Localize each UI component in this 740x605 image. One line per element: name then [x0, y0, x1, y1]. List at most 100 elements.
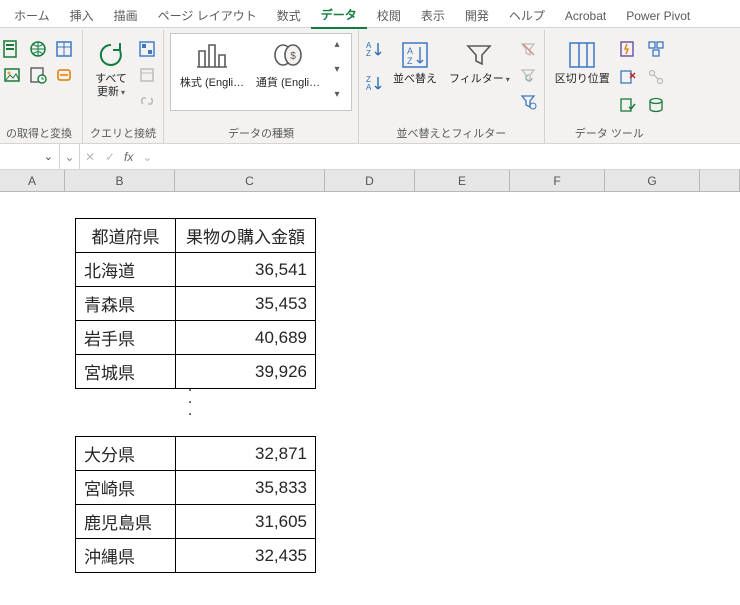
cell-amount[interactable]: 39,926 [176, 355, 316, 389]
col-header-g[interactable]: G [605, 170, 700, 191]
from-table-range-icon[interactable] [54, 39, 74, 59]
group-label-queries: クエリと接続 [89, 123, 157, 141]
formula-bar-dropdown[interactable]: ⌄ [137, 144, 157, 169]
stocks-label: 株式 (Engli… [180, 74, 244, 90]
table-header-row: 都道府県 果物の購入金額 [76, 219, 316, 253]
tab-help[interactable]: ヘルプ [499, 3, 555, 28]
col-header-e[interactable]: E [415, 170, 510, 191]
existing-connections-icon[interactable] [54, 65, 74, 85]
formula-bar-input[interactable] [157, 144, 740, 169]
gallery-more[interactable]: ▾ [334, 90, 339, 100]
data-table-bottom: 大分県32,871 宮崎県35,833 鹿児島県31,605 沖縄県32,435 [75, 436, 316, 573]
enter-formula-button[interactable]: ✓ [100, 144, 120, 169]
header-amount[interactable]: 果物の購入金額 [176, 219, 316, 253]
currencies-data-type[interactable]: $ 通貨 (Engli… [253, 40, 323, 90]
tab-power-pivot[interactable]: Power Pivot [616, 5, 700, 27]
queries-connections-icon[interactable] [137, 39, 157, 59]
properties-icon[interactable] [137, 65, 157, 85]
cell-amount[interactable]: 32,435 [176, 539, 316, 573]
cell-amount[interactable]: 40,689 [176, 321, 316, 355]
table-row: 岩手県40,689 [76, 321, 316, 355]
text-to-columns-icon [566, 39, 598, 71]
worksheet-area[interactable]: 都道府県 果物の購入金額 北海道36,541 青森県35,453 岩手県40,6… [0, 192, 740, 597]
from-web-icon[interactable] [28, 39, 48, 59]
col-header-b[interactable]: B [65, 170, 175, 191]
edit-links-icon[interactable] [137, 91, 157, 111]
refresh-all-label: すべて 更新▾ [95, 73, 127, 99]
header-prefecture[interactable]: 都道府県 [76, 219, 176, 253]
col-header-h[interactable] [700, 170, 740, 191]
tab-developer[interactable]: 開発 [455, 3, 499, 28]
tab-formulas[interactable]: 数式 [267, 3, 311, 28]
col-header-d[interactable]: D [325, 170, 415, 191]
cell-pref[interactable]: 鹿児島県 [76, 505, 176, 539]
tab-view[interactable]: 表示 [411, 3, 455, 28]
col-header-f[interactable]: F [510, 170, 605, 191]
svg-text:Z: Z [366, 49, 371, 58]
from-text-csv-icon[interactable] [2, 39, 22, 59]
tab-draw[interactable]: 描画 [104, 3, 148, 28]
tab-acrobat[interactable]: Acrobat [555, 5, 616, 27]
cell-pref[interactable]: 大分県 [76, 437, 176, 471]
recent-sources-icon[interactable] [28, 65, 48, 85]
tab-insert[interactable]: 挿入 [60, 3, 104, 28]
tab-data[interactable]: データ [311, 2, 367, 29]
cell-amount[interactable]: 35,453 [176, 287, 316, 321]
tab-review[interactable]: 校閲 [367, 3, 411, 28]
group-queries-connections: すべて 更新▾ クエリと接続 [83, 30, 164, 143]
sort-dialog-icon: AZ [399, 39, 431, 71]
consolidate-icon[interactable] [646, 39, 666, 59]
filter-label: フィルター▾ [449, 73, 510, 86]
formula-bar-row: ⌄ ⌄ ✕ ✓ fx ⌄ [0, 144, 740, 170]
col-header-c[interactable]: C [175, 170, 325, 191]
cancel-formula-button[interactable]: ✕ [80, 144, 100, 169]
cell-pref[interactable]: 宮城県 [76, 355, 176, 389]
tab-home[interactable]: ホーム [4, 3, 60, 28]
data-validation-icon[interactable] [618, 95, 638, 115]
cell-pref[interactable]: 北海道 [76, 253, 176, 287]
relationships-icon[interactable] [646, 67, 666, 87]
cell-amount[interactable]: 35,833 [176, 471, 316, 505]
cell-amount[interactable]: 31,605 [176, 505, 316, 539]
tab-page-layout[interactable]: ページ レイアウト [148, 3, 267, 28]
name-box[interactable]: ⌄ [0, 144, 60, 169]
gallery-scroll-down[interactable]: ▾ [334, 65, 339, 75]
cell-pref[interactable]: 岩手県 [76, 321, 176, 355]
svg-text:Z: Z [407, 56, 413, 66]
sort-desc-icon[interactable]: ZA [365, 73, 385, 93]
clear-filter-icon[interactable] [518, 39, 538, 59]
text-to-columns-label: 区切り位置 [555, 73, 610, 86]
from-picture-icon[interactable] [2, 65, 22, 85]
manage-data-model-icon[interactable] [646, 95, 666, 115]
table-row: 北海道36,541 [76, 253, 316, 287]
currency-icon: $ [271, 40, 305, 70]
svg-text:A: A [407, 46, 413, 56]
flash-fill-icon[interactable] [618, 39, 638, 59]
sort-label: 並べ替え [393, 73, 437, 86]
cell-amount[interactable]: 32,871 [176, 437, 316, 471]
text-to-columns-button[interactable]: 区切り位置 [551, 33, 614, 88]
remove-duplicates-icon[interactable] [618, 67, 638, 87]
cell-amount[interactable]: 36,541 [176, 253, 316, 287]
group-label-data-tools: データ ツール [551, 123, 668, 141]
cell-pref[interactable]: 宮崎県 [76, 471, 176, 505]
group-label-get-transform: の取得と変換 [2, 123, 76, 141]
cell-pref[interactable]: 沖縄県 [76, 539, 176, 573]
table-row: 大分県32,871 [76, 437, 316, 471]
fx-label[interactable]: fx [120, 150, 137, 164]
sort-asc-icon[interactable]: AZ [365, 39, 385, 59]
gallery-scroll-up[interactable]: ▴ [334, 40, 339, 50]
sort-button[interactable]: AZ 並べ替え [389, 33, 441, 88]
group-label-data-types: データの種類 [170, 123, 352, 141]
advanced-filter-icon[interactable] [518, 91, 538, 111]
ellipsis-vertical: ・・・ [185, 385, 195, 421]
group-data-types: 株式 (Engli… $ 通貨 (Engli… ▴ ▾ ▾ データの種類 [164, 30, 359, 143]
namebox-dropdown[interactable]: ⌄ [60, 144, 80, 169]
filter-button[interactable]: フィルター▾ [445, 33, 514, 88]
reapply-filter-icon[interactable] [518, 65, 538, 85]
cell-pref[interactable]: 青森県 [76, 287, 176, 321]
stocks-data-type[interactable]: 株式 (Engli… [177, 40, 247, 90]
col-header-a[interactable]: A [0, 170, 65, 191]
refresh-all-button[interactable]: すべて 更新▾ [89, 33, 133, 101]
group-data-tools: 区切り位置 [545, 30, 674, 143]
